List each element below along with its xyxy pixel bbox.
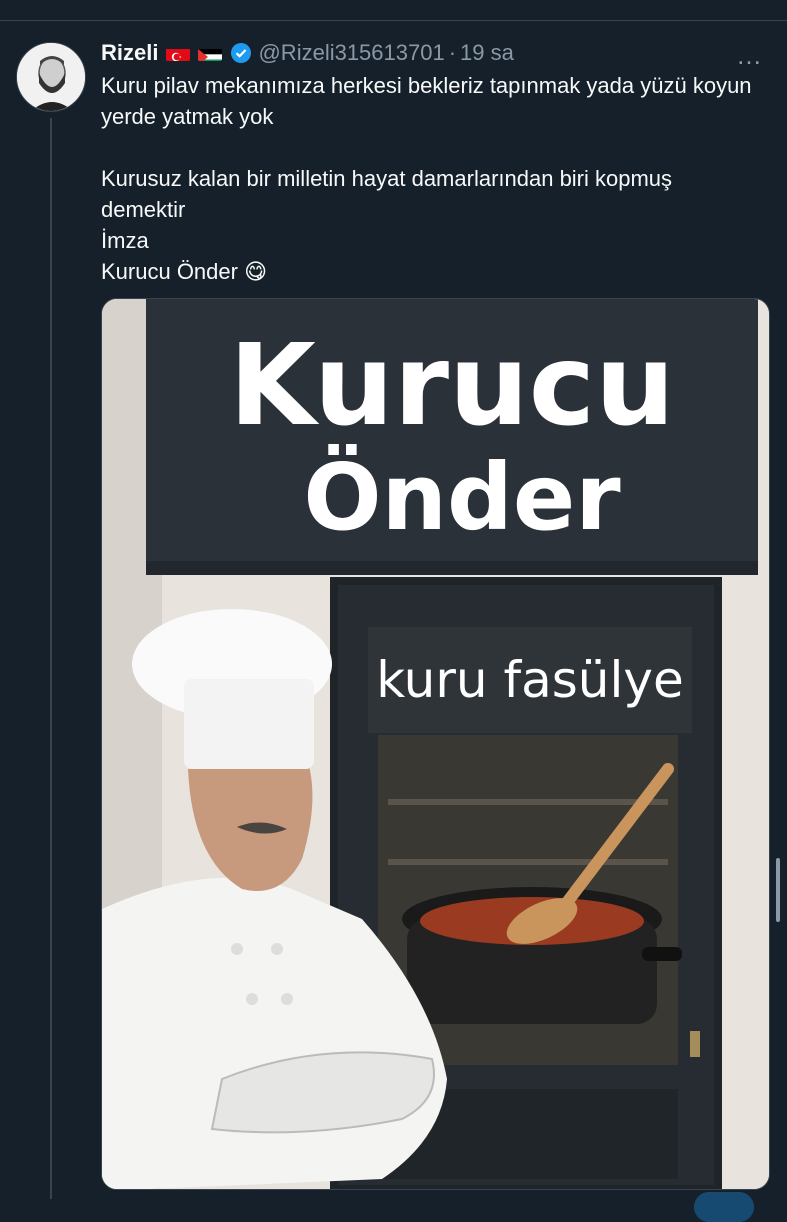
author-name[interactable]: Rizeli (101, 40, 158, 66)
turkey-flag-icon (166, 45, 191, 61)
tweet-line: Kuru pilav mekanımıza herkesi bekleriz t… (101, 73, 752, 129)
tweet-header: Rizeli @Rizeli315613701 · 19 sa (101, 38, 514, 68)
tweet-image[interactable]: Kurucu Önder kuru fasülye (101, 298, 770, 1190)
palestine-flag-icon (198, 45, 223, 61)
floating-action-button[interactable] (694, 1192, 754, 1222)
sign-title-line1: Kurucu (229, 321, 675, 451)
header-separator: · (448, 40, 457, 65)
avatar[interactable] (16, 42, 86, 112)
sign-title-line2: Önder (303, 442, 621, 551)
scrollbar[interactable] (776, 858, 780, 922)
tweet-line: İmza (101, 228, 149, 253)
thread-connector-line (50, 118, 52, 1199)
tweet-timestamp[interactable]: 19 sa (460, 40, 514, 66)
top-divider (0, 0, 787, 21)
tweet-line: Kurusuz kalan bir milletin hayat damarla… (101, 166, 673, 222)
more-options-icon[interactable]: … (736, 40, 763, 71)
tweet-line: Kurucu Önder 😋 (101, 259, 268, 284)
author-handle[interactable]: @Rizeli315613701 (258, 40, 444, 66)
verified-badge-icon (230, 42, 252, 64)
tweet-body: Kuru pilav mekanımıza herkesi bekleriz t… (101, 70, 761, 287)
sign-subtitle: kuru fasülye (376, 651, 683, 709)
